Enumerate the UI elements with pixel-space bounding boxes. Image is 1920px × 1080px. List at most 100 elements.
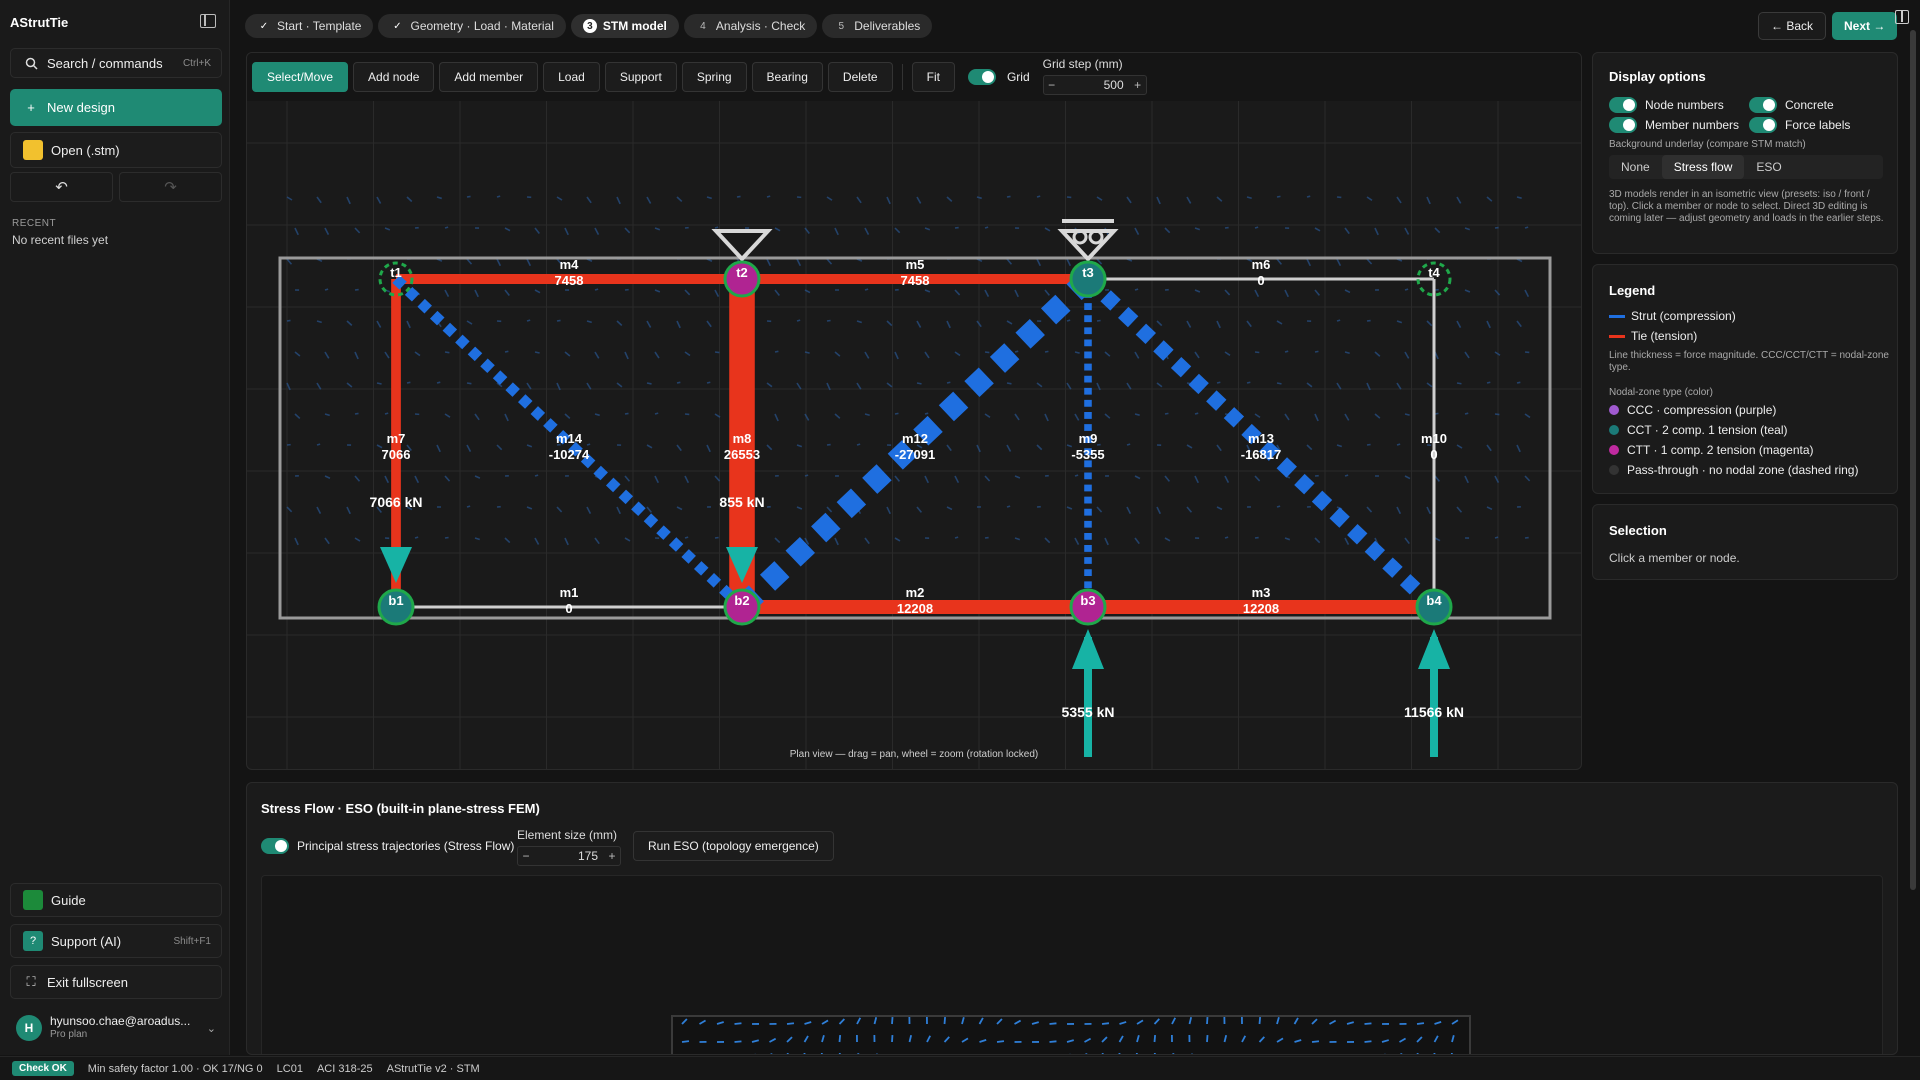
redo-button[interactable]: ↷ xyxy=(119,172,222,202)
stm-model-canvas[interactable]: 7066 kN 855 kN5355 kN 11566 kN m10m212208m… xyxy=(247,101,1582,770)
step-stm-model[interactable]: 3 STM model xyxy=(570,14,679,38)
element-size-value[interactable]: 175 xyxy=(534,849,604,863)
element-size-stepper[interactable]: − 175 + xyxy=(517,846,621,866)
stress-flow-tick xyxy=(676,506,683,511)
stress-flow-tick xyxy=(594,227,600,235)
stress-flow-tick xyxy=(466,444,472,452)
scrollbar[interactable] xyxy=(1910,30,1916,890)
stress-flow-tick xyxy=(864,351,870,359)
user-email: hyunsoo.chae@aroadus... xyxy=(50,1014,191,1028)
stress-flow-tick xyxy=(1464,351,1470,359)
grid-step-value[interactable]: 500 xyxy=(1060,78,1130,92)
stress-flow-tick xyxy=(1434,475,1440,482)
stress-flow-tick xyxy=(1134,475,1141,480)
underlay-eso[interactable]: ESO xyxy=(1744,155,1793,179)
sidebar-toggle-icon[interactable] xyxy=(200,14,216,28)
stress-flow-tick xyxy=(466,320,473,325)
stress-flow-tick xyxy=(916,382,922,385)
support-pin-icon xyxy=(711,229,773,262)
grid-step-stepper[interactable]: − 500 + xyxy=(1042,75,1147,95)
back-button[interactable]: ← Back xyxy=(1758,12,1827,40)
stress-flow-tick xyxy=(1306,258,1311,267)
decrement-button[interactable]: − xyxy=(518,849,534,863)
stress-flow-tick xyxy=(1524,413,1531,419)
tool-support[interactable]: Support xyxy=(604,62,677,92)
pass-swatch xyxy=(1609,465,1619,475)
stress-flow-tick xyxy=(1524,475,1531,482)
stress-flow-tick xyxy=(894,475,901,482)
principal-stress-toggle[interactable] xyxy=(261,838,289,854)
underlay-none[interactable]: None xyxy=(1609,155,1662,179)
next-button[interactable]: Next → xyxy=(1832,12,1898,40)
guide-button[interactable]: Guide xyxy=(10,883,222,917)
panel-layout-icon[interactable] xyxy=(1895,10,1909,24)
stress-flow-tick xyxy=(286,258,293,265)
force-labels-option[interactable]: Force labels xyxy=(1749,117,1850,133)
increment-button[interactable]: + xyxy=(1130,78,1146,92)
display-options-title: Display options xyxy=(1609,69,1706,84)
stress-flow-tick xyxy=(1516,320,1522,328)
step-deliverables[interactable]: 5 Deliverables xyxy=(822,14,933,38)
stress-flow-tick xyxy=(1036,195,1041,198)
tool-add-node[interactable]: Add node xyxy=(353,62,435,92)
stress-flow-tick xyxy=(1224,475,1230,484)
stress-flow-tick xyxy=(924,412,929,415)
stress-flow-tick xyxy=(1404,475,1411,480)
stress-flow-tick xyxy=(286,196,293,201)
step-start-template[interactable]: ✓ Start · Template xyxy=(245,14,374,38)
tool-select-move[interactable]: Select/Move xyxy=(252,62,349,92)
underlay-stress-flow[interactable]: Stress flow xyxy=(1661,155,1745,179)
stress-flow-tick xyxy=(504,227,511,232)
member-numbers-toggle[interactable] xyxy=(1609,117,1637,133)
eso-trajectory-tick xyxy=(734,1022,742,1025)
stress-flow-tick xyxy=(834,351,841,357)
tool-spring[interactable]: Spring xyxy=(681,62,747,92)
stress-flow-tick xyxy=(714,289,720,298)
fullscreen-exit-icon: ⛶ xyxy=(26,974,36,989)
stress-flow-tick xyxy=(1186,444,1193,449)
stress-flow-tick xyxy=(706,196,712,200)
concrete-toggle[interactable] xyxy=(1749,97,1777,113)
support-button[interactable]: ? Support (AI) Shift+F1 xyxy=(10,924,222,958)
stress-flow-tick xyxy=(526,382,532,390)
step-analysis-check[interactable]: 4 Analysis · Check xyxy=(683,14,818,38)
search-icon xyxy=(23,55,39,71)
stress-flow-tick xyxy=(1276,382,1282,385)
eso-trajectory-tick xyxy=(1258,1016,1262,1025)
fit-button[interactable]: Fit xyxy=(911,62,955,92)
principal-stress-option[interactable]: Principal stress trajectories (Stress Fl… xyxy=(261,838,514,854)
search-button[interactable]: Search / commands Ctrl+K xyxy=(10,48,222,78)
stress-flow-tick xyxy=(766,258,772,267)
concrete-option[interactable]: Concrete xyxy=(1749,97,1834,113)
stress-flow-tick xyxy=(1344,474,1349,477)
support-roller-icon xyxy=(1057,229,1119,262)
node-numbers-option[interactable]: Node numbers xyxy=(1609,97,1724,113)
stress-flow-tick xyxy=(376,382,382,385)
increment-button[interactable]: + xyxy=(604,849,620,863)
stress-flow-tick xyxy=(1164,227,1171,234)
user-menu[interactable]: H hyunsoo.chae@aroadus... Pro plan ⌄ xyxy=(10,1010,222,1046)
tool-delete[interactable]: Delete xyxy=(827,62,893,92)
decrement-button[interactable]: − xyxy=(1044,78,1060,92)
tool-load[interactable]: Load xyxy=(543,62,600,92)
eso-mesh-frame xyxy=(671,1015,1471,1054)
stress-flow-tick xyxy=(1194,227,1201,231)
run-eso-button[interactable]: Run ESO (topology emergence) xyxy=(633,831,834,861)
tool-bearing[interactable]: Bearing xyxy=(751,62,823,92)
node-numbers-toggle[interactable] xyxy=(1609,97,1637,113)
stress-flow-tick xyxy=(444,226,449,229)
undo-button[interactable]: ↶ xyxy=(10,172,113,202)
new-design-button[interactable]: + New design xyxy=(10,89,222,126)
member-numbers-option[interactable]: Member numbers xyxy=(1609,117,1739,133)
grid-toggle[interactable] xyxy=(967,69,996,85)
step-geometry-load-material[interactable]: ✓ Geometry · Load · Material xyxy=(378,14,566,38)
force-labels-toggle[interactable] xyxy=(1749,117,1777,133)
stm-canvas-panel: Select/Move Add node Add member Load Sup… xyxy=(246,52,1582,770)
selection-title: Selection xyxy=(1609,523,1667,538)
reaction-label: 11566 kN xyxy=(1404,704,1464,720)
exit-fullscreen-button[interactable]: ⛶ Exit fullscreen xyxy=(10,965,222,999)
stress-flow-tick xyxy=(1254,289,1260,298)
tool-add-member[interactable]: Add member xyxy=(439,62,539,92)
open-file-button[interactable]: Open (.stm) xyxy=(10,132,222,168)
stress-flow-tick xyxy=(946,381,951,384)
